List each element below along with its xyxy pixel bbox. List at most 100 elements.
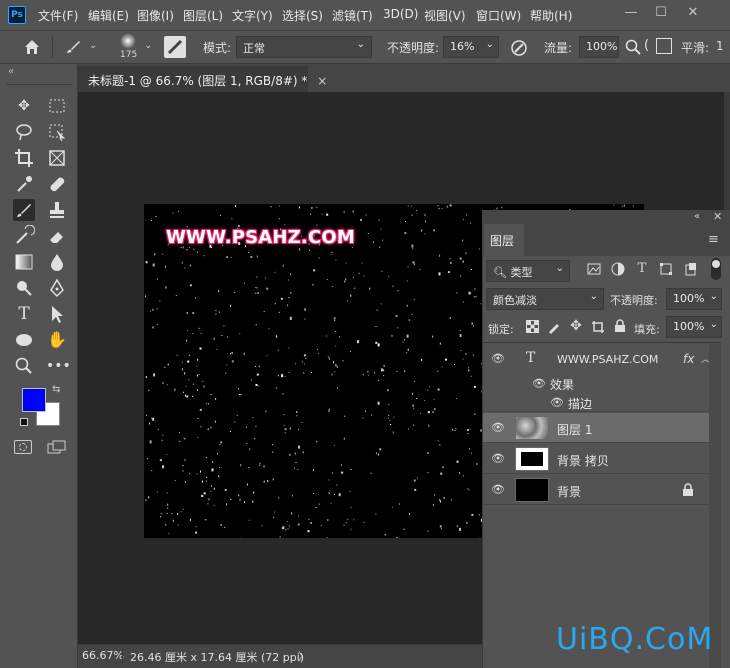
close-panel-icon[interactable]: ✕ — [713, 210, 722, 223]
brush-settings-button[interactable] — [164, 36, 186, 58]
eye-icon[interactable]: 👁︎ — [491, 352, 505, 365]
home-button[interactable] — [20, 36, 44, 58]
panel-menu-icon[interactable]: ≡ — [708, 232, 719, 247]
document-tab[interactable]: 未标题-1 @ 66.7% (图层 1, RGB/8#) * × — [78, 66, 327, 92]
eyedropper-tool-icon[interactable] — [13, 173, 35, 195]
star-dot — [284, 432, 286, 434]
menu-file[interactable]: 文件(F) — [38, 7, 78, 24]
extra-tool-icon[interactable] — [656, 38, 672, 54]
close-tab-icon[interactable]: × — [317, 74, 327, 88]
object-select-tool-icon[interactable] — [46, 121, 68, 143]
star-dot — [226, 336, 228, 338]
collapse-toolbox-icon[interactable]: « — [8, 66, 14, 77]
history-brush-tool-icon[interactable] — [13, 224, 36, 247]
fill-input[interactable]: 100% ⌄ — [666, 316, 722, 338]
star-dot — [287, 304, 289, 307]
eye-icon[interactable]: 👁︎ — [550, 396, 564, 409]
close-icon[interactable]: ✕ — [682, 4, 704, 22]
status-menu-arrow[interactable]: 〉 — [298, 648, 309, 664]
menu-select[interactable]: 选择(S) — [282, 7, 323, 24]
blend-mode-select[interactable]: 颜色减淡 ⌄ — [486, 288, 604, 310]
minimize-icon[interactable]: — — [620, 4, 642, 22]
swap-colors-icon[interactable]: ⇆ — [52, 384, 60, 395]
menu-type[interactable]: 文字(Y) — [232, 7, 273, 24]
star-dot — [145, 499, 147, 502]
crop-tool-icon[interactable] — [13, 147, 35, 169]
zoom-search-button[interactable] — [624, 38, 642, 56]
eye-icon[interactable]: 👁︎ — [491, 483, 505, 496]
pressure-opacity-button[interactable] — [509, 38, 529, 58]
menu-window[interactable]: 窗口(W) — [476, 7, 521, 24]
filter-pixel-icon[interactable] — [586, 262, 602, 279]
filter-smart-object-icon[interactable] — [683, 262, 699, 279]
lasso-tool-icon[interactable] — [13, 121, 35, 143]
star-dot — [365, 410, 367, 413]
layer-opacity-input[interactable]: 100% ⌄ — [666, 288, 722, 310]
zoom-tool-icon[interactable] — [13, 355, 35, 377]
lock-artboard-icon[interactable] — [590, 320, 606, 337]
restore-icon[interactable]: ☐ — [650, 4, 672, 22]
clone-stamp-tool-icon[interactable] — [46, 199, 68, 221]
eraser-tool-icon[interactable] — [46, 225, 68, 247]
menu-help[interactable]: 帮助(H) — [530, 7, 572, 24]
foreground-color-swatch[interactable] — [22, 388, 46, 412]
hand-tool-icon[interactable]: ✋ — [46, 329, 68, 351]
gradient-tool-icon[interactable] — [13, 251, 35, 273]
filter-toggle[interactable] — [711, 258, 721, 280]
frame-tool-icon[interactable] — [46, 147, 68, 169]
mode-select[interactable]: 正常 ⌄ — [236, 36, 372, 58]
marquee-tool-icon[interactable] — [46, 95, 68, 117]
panel-scrollbar[interactable] — [709, 344, 721, 668]
pen-tool-icon[interactable] — [46, 277, 68, 299]
star-dot — [148, 389, 150, 391]
filter-kind-select[interactable]: 🔍︎ 类型 ⌄ — [486, 260, 570, 282]
fx-badge-icon[interactable]: fx — [683, 352, 694, 366]
lock-transparent-icon[interactable] — [524, 320, 540, 336]
eye-icon[interactable]: 👁︎ — [532, 377, 546, 390]
eye-icon[interactable]: 👁︎ — [491, 452, 505, 465]
menu-layer[interactable]: 图层(L) — [183, 7, 223, 24]
lock-pixels-icon[interactable] — [546, 320, 562, 337]
filter-adjustment-icon[interactable] — [610, 262, 626, 279]
blur-tool-icon[interactable] — [46, 251, 68, 273]
star-dot — [218, 311, 220, 313]
chevron-down-icon[interactable]: ⌄ — [144, 40, 152, 51]
tab-layers[interactable]: 图层 — [484, 224, 524, 256]
default-colors-icon[interactable] — [20, 418, 28, 426]
chevron-down-icon[interactable]: ⌄ — [89, 40, 97, 51]
star-dot — [303, 363, 305, 365]
move-tool-icon[interactable]: ✥ — [13, 95, 35, 117]
dodge-tool-icon[interactable] — [13, 277, 35, 299]
menu-edit[interactable]: 编辑(E) — [88, 7, 129, 24]
brush-tool-icon[interactable] — [13, 199, 35, 221]
filter-type-icon[interactable]: T — [634, 261, 650, 276]
zoom-level[interactable]: 66.67% — [82, 649, 124, 662]
lock-position-icon[interactable]: ✥ — [568, 318, 584, 334]
filter-shape-icon[interactable] — [658, 262, 674, 279]
more-tools-icon[interactable]: ••• — [46, 355, 71, 377]
menu-filter[interactable]: 滤镜(T) — [332, 7, 373, 24]
menu-3d[interactable]: 3D(D) — [383, 7, 418, 21]
screen-mode-icon[interactable] — [47, 440, 67, 454]
path-selection-tool-icon[interactable] — [46, 303, 68, 325]
opacity-input[interactable]: 16% ⌄ — [443, 36, 499, 58]
airbrush-icon[interactable]: ( — [644, 38, 649, 53]
quick-mask-icon[interactable] — [14, 440, 32, 454]
star-dot — [393, 416, 395, 418]
smoothing-value[interactable]: 1 — [716, 39, 724, 53]
star-dot — [206, 476, 208, 478]
star-dot — [224, 489, 227, 491]
chevron-down-icon: ⌄ — [709, 291, 718, 302]
menu-image[interactable]: 图像(I) — [137, 7, 174, 24]
menu-view[interactable]: 视图(V) — [424, 7, 466, 24]
ellipse-tool-icon[interactable] — [13, 329, 35, 351]
collapse-panel-icon[interactable]: « — [694, 211, 700, 222]
star-dot — [152, 326, 154, 329]
star-dot — [184, 394, 186, 397]
lock-all-icon[interactable] — [612, 319, 628, 336]
flow-input[interactable]: 100% — [579, 36, 619, 58]
eye-icon[interactable]: 👁︎ — [491, 421, 505, 434]
brush-tool-preset-button[interactable] — [62, 36, 84, 58]
type-tool-icon[interactable]: T — [13, 303, 35, 325]
healing-brush-tool-icon[interactable] — [46, 173, 68, 195]
